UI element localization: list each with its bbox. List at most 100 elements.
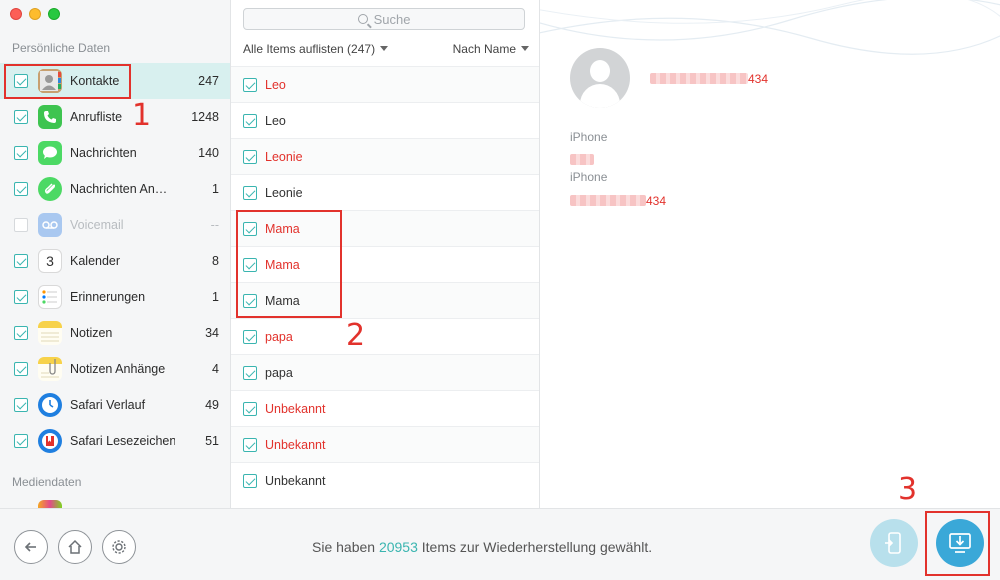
safari-verlauf-checkbox[interactable] [14,398,28,412]
close-window-button[interactable] [10,8,22,20]
contact-name: Leo [265,77,286,92]
field-value-phone: 434 [570,192,666,210]
sidebar-item-notizen-anhaenge[interactable]: Notizen Anhänge 4 [0,351,230,387]
settings-button[interactable] [102,530,136,564]
app-window: Persönliche Daten Kontakte 247 Anruflist… [0,0,1000,580]
sidebar-item-nachrichten-anhaenge[interactable]: Nachrichten An… 1 [0,171,230,207]
field-label: iPhone [570,130,608,144]
sidebar-item-label: Anrufliste [70,110,123,124]
list-item[interactable]: Leo [231,102,539,138]
maximize-window-button[interactable] [48,8,60,20]
nachrichten-anhaenge-checkbox[interactable] [14,182,28,196]
sort-dropdown[interactable]: Nach Name [453,42,529,56]
contact-name: Unbekannt [265,437,326,452]
sidebar-item-count: 1 [212,182,219,196]
filter-label: Alle Items auflisten (247) [243,42,376,56]
search-placeholder: Suche [373,11,411,27]
sidebar-item-voicemail[interactable]: Voicemail -- [0,207,230,243]
sidebar-item-nachrichten[interactable]: Nachrichten 140 [0,135,230,171]
field-label: iPhone [570,170,608,184]
contact-name: Leonie [265,149,303,164]
contact-detail-panel: 434 iPhone iPhone 434 [540,0,1000,508]
annotation-number-1: 1 [132,98,152,133]
contact-avatar [570,48,630,108]
list-item[interactable]: Unbekannt [231,426,539,462]
filter-dropdown[interactable]: Alle Items auflisten (247) [243,42,389,56]
sidebar-item-label: Notizen [70,326,113,340]
status-count: 20953 [378,539,418,555]
list-item[interactable]: Leonie [231,138,539,174]
erinnerungen-checkbox[interactable] [14,290,28,304]
sidebar-item-label: Kalender [70,254,121,268]
redacted-text [570,195,646,207]
minimize-window-button[interactable] [29,8,41,20]
sidebar-item-anrufliste[interactable]: Anrufliste 1248 [0,99,230,135]
contact-name: Leo [265,113,286,128]
sidebar-item-count: 140 [198,146,219,160]
row-checkbox[interactable] [243,329,257,344]
calendar-icon-day: 3 [46,253,54,269]
sidebar-item-safari-verlauf[interactable]: Safari Verlauf 49 [0,387,230,423]
nachrichten-checkbox[interactable] [14,146,28,160]
safari-history-icon [38,393,62,417]
sidebar-item-count: 8 [212,254,219,268]
annotation-box-3 [925,511,990,576]
row-checkbox[interactable] [243,77,257,92]
row-checkbox[interactable] [243,149,257,164]
section-title-media: Mediendaten [12,475,82,489]
row-checkbox[interactable] [243,365,257,380]
notizen-checkbox[interactable] [14,326,28,340]
anrufliste-checkbox[interactable] [14,110,28,124]
redacted-text [650,73,748,85]
list-item[interactable]: Leonie [231,174,539,210]
to-device-icon [885,532,901,554]
message-attachments-icon [38,177,62,201]
kalender-checkbox[interactable] [14,254,28,268]
contact-name: Leonie [265,185,303,200]
sidebar-item-notizen[interactable]: Notizen 34 [0,315,230,351]
list-item[interactable]: Leo [231,66,539,102]
sidebar-item-count: 34 [205,326,219,340]
row-checkbox[interactable] [243,473,257,488]
row-checkbox[interactable] [243,437,257,452]
sidebar-item-count: 51 [205,434,219,448]
sidebar-item-safari-lesezeichen[interactable]: Safari Lesezeichen 51 [0,423,230,459]
back-button[interactable] [14,530,48,564]
messages-icon [38,141,62,165]
sidebar-item-count: 1 [212,290,219,304]
voicemail-icon [38,213,62,237]
list-item[interactable]: Unbekannt [231,462,539,498]
list-item[interactable]: Unbekannt [231,390,539,426]
row-checkbox[interactable] [243,401,257,416]
voicemail-checkbox[interactable] [14,218,28,232]
sidebar-item-label: Erinnerungen [70,290,146,304]
list-item[interactable]: papa [231,318,539,354]
calendar-icon: 3 [38,249,62,273]
sidebar-item-count: -- [210,218,219,232]
list-header: Alle Items auflisten (247) Nach Name [243,42,529,56]
safari-lesezeichen-checkbox[interactable] [14,434,28,448]
sidebar-item-count: 49 [205,398,219,412]
field-value-redacted [570,151,594,169]
sidebar-item-count: 4 [212,362,219,376]
row-checkbox[interactable] [243,113,257,128]
chevron-down-icon [380,46,389,51]
sidebar-item-kalender[interactable]: 3 Kalender 8 [0,243,230,279]
bottom-bar: Sie haben 20953 Items zur Wiederherstell… [0,508,1000,580]
status-text: Sie haben 20953 Items zur Wiederherstell… [312,539,652,555]
list-item[interactable]: papa [231,354,539,390]
notes-icon [38,321,62,345]
sidebar-item-label: Safari Verlauf [70,398,146,412]
contact-name: papa [265,329,293,344]
notizen-anhaenge-checkbox[interactable] [14,362,28,376]
section-title-personal: Persönliche Daten [12,41,111,55]
chevron-down-icon [521,46,529,51]
recover-to-device-button[interactable] [870,519,918,567]
sidebar-item-label: Voicemail [70,218,124,232]
home-icon [68,539,82,554]
sidebar-item-erinnerungen[interactable]: Erinnerungen 1 [0,279,230,315]
row-checkbox[interactable] [243,185,257,200]
sidebar-item-label: Safari Lesezeichen [70,434,175,448]
search-input[interactable]: Suche [243,8,525,30]
home-button[interactable] [58,530,92,564]
